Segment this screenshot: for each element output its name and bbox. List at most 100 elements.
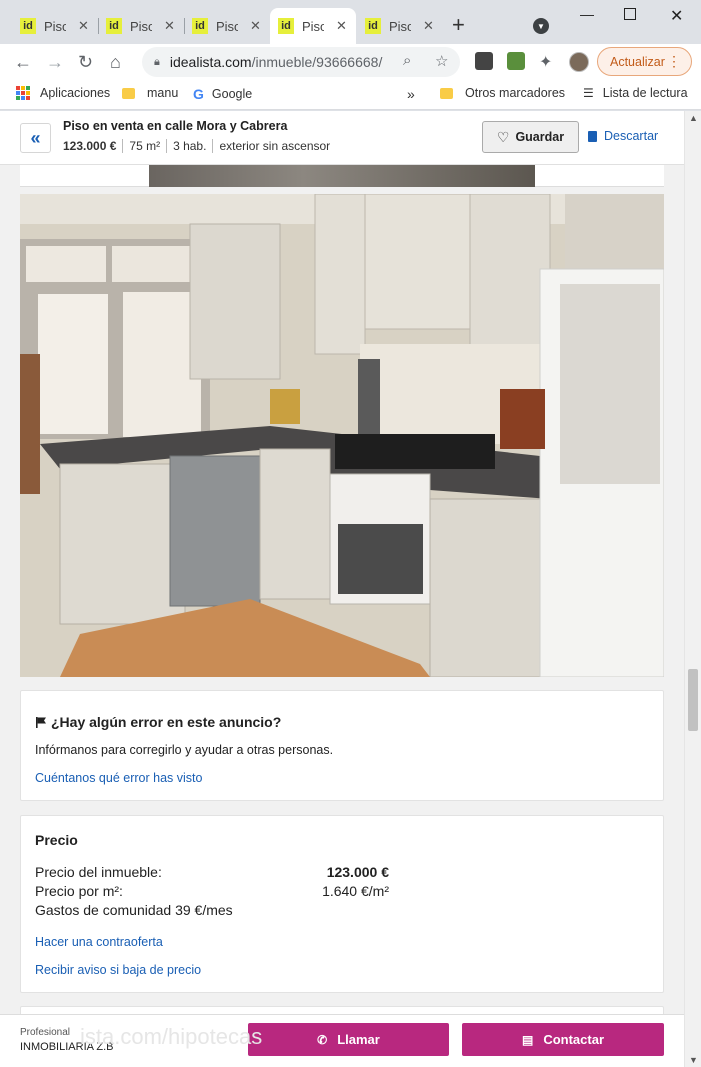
bookmark-manu[interactable]: manu — [122, 86, 178, 100]
idealista-favicon-icon: id — [106, 18, 122, 34]
lock-icon: 🔒︎ — [154, 55, 160, 68]
price-per-m2-label: Precio por m²: — [35, 882, 123, 899]
bookmark-google[interactable]: G Google — [193, 86, 252, 102]
update-button[interactable]: Actualizar ⋮ — [597, 47, 692, 76]
reading-list[interactable]: ☰ Lista de lectura — [583, 86, 688, 100]
browser-tab[interactable]: id Piso ✕ — [357, 8, 443, 44]
listing-photo-kitchen[interactable] — [20, 194, 664, 677]
discard-button[interactable]: Descartar — [588, 129, 658, 143]
scroll-down-icon[interactable]: ▼ — [689, 1055, 698, 1065]
tab-search-icon[interactable]: ▼ — [533, 18, 549, 34]
tab-strip: id Piso ✕ id Piso ✕ id Piso ✕ id Piso ✕ … — [0, 0, 701, 44]
puzzle-icon[interactable]: ✦ — [539, 52, 552, 72]
bookmark-apps[interactable]: Aplicaciones — [16, 86, 110, 100]
close-tab-icon[interactable]: ✕ — [336, 18, 347, 34]
price-row: Gastos de comunidad 39 €/mes — [35, 900, 395, 919]
forward-arrow-icon[interactable]: → — [46, 52, 64, 72]
browser-tab-active[interactable]: id Piso ✕ — [270, 8, 356, 44]
idealista-favicon-icon: id — [20, 18, 36, 34]
tab-title: Piso — [130, 18, 152, 34]
bookmark-star-icon[interactable]: ☆ — [435, 52, 448, 70]
reload-icon[interactable]: ↻ — [78, 52, 93, 72]
browser-toolbar: ← → ↻ ⌂ 🔒︎ idealista.com /inmueble/93666… — [0, 44, 701, 80]
extension-icon[interactable] — [507, 52, 525, 70]
bookmark-label: Otros marcadores — [465, 86, 566, 100]
price-table: Precio del inmueble: 123.000 € Precio po… — [35, 862, 395, 919]
back-double-chevron-icon[interactable]: « — [20, 123, 51, 153]
more-bookmarks-button[interactable]: » — [407, 86, 415, 102]
bookmark-label: Aplicaciones — [40, 86, 111, 100]
contact-label: Contactar — [543, 1032, 605, 1047]
close-tab-icon[interactable]: ✕ — [78, 18, 89, 34]
page-scrollbar[interactable]: ▲ ▼ — [684, 111, 701, 1067]
search-icon[interactable]: ⌕ — [403, 52, 411, 69]
menu-dots-icon[interactable]: ⋮ — [667, 53, 681, 70]
listing-price: 123.000 € — [63, 139, 117, 153]
apps-grid-icon — [16, 86, 30, 100]
folder-icon — [122, 87, 135, 99]
save-label: Guardar — [515, 130, 565, 144]
maximize-icon[interactable] — [624, 8, 636, 20]
report-error-text: Infórmanos para corregirlo y ayudar a ot… — [35, 743, 334, 757]
discard-label: Descartar — [604, 129, 659, 143]
idealista-favicon-icon: id — [192, 18, 208, 34]
price-row: Precio por m²: 1.640 €/m² — [35, 881, 395, 900]
minimize-icon[interactable]: — — [580, 6, 594, 22]
trash-icon — [588, 130, 597, 142]
contact-button[interactable]: ▤ Contactar — [462, 1023, 664, 1056]
home-icon[interactable]: ⌂ — [110, 52, 121, 72]
report-error-title: ¿Hay algún error en este anuncio? — [51, 714, 282, 730]
tab-title: Piso — [216, 18, 238, 34]
new-tab-icon[interactable]: + — [452, 14, 465, 36]
listing-title: Piso en venta en calle Mora y Cabrera — [63, 119, 288, 133]
address-bar[interactable]: 🔒︎ idealista.com /inmueble/93666668/ — [142, 47, 460, 77]
previous-photo[interactable] — [149, 165, 535, 187]
back-arrow-icon[interactable]: ← — [14, 52, 32, 72]
call-button[interactable]: ✆ Llamar — [248, 1023, 449, 1056]
folder-icon — [440, 87, 453, 99]
flag-icon — [36, 717, 46, 728]
save-button[interactable]: ♡ Guardar — [482, 121, 579, 153]
price-label: Precio del inmueble: — [35, 863, 162, 880]
close-tab-icon[interactable]: ✕ — [164, 18, 175, 34]
price-card-title: Precio — [35, 832, 78, 848]
extension-icon[interactable] — [475, 52, 493, 70]
avatar[interactable] — [569, 52, 589, 72]
idealista-favicon-icon: id — [365, 18, 381, 34]
report-error-card: ¿Hay algún error en este anuncio? Infórm… — [20, 690, 664, 801]
url-host: idealista.com — [169, 54, 252, 70]
listing-rooms: 3 hab. — [166, 139, 212, 153]
advertiser-type: Profesional — [20, 1027, 71, 1038]
idealista-favicon-icon: id — [278, 18, 294, 34]
bookmark-others[interactable]: Otros marcadores — [440, 86, 565, 100]
counteroffer-link[interactable]: Hacer una contraoferta — [35, 935, 163, 949]
community-fees-label: Gastos de comunidad 39 €/mes — [35, 901, 233, 918]
browser-tab[interactable]: id Piso ✕ — [12, 8, 99, 44]
bookmarks-bar: Aplicaciones manu G Google » Otros marca… — [0, 80, 701, 110]
close-window-icon[interactable]: ✕ — [670, 6, 683, 26]
tab-title: Piso — [389, 18, 411, 34]
bookmark-label: manu — [147, 86, 179, 100]
phone-icon: ✆ — [317, 1032, 328, 1047]
browser-tab[interactable]: id Piso ✕ — [98, 8, 185, 44]
listing-features: exterior sin ascensor — [212, 139, 336, 153]
tab-title: Piso — [302, 18, 324, 34]
chat-icon: ▤ — [521, 1032, 534, 1047]
reading-list-icon: ☰ — [583, 86, 594, 100]
close-tab-icon[interactable]: ✕ — [423, 18, 434, 34]
report-error-link[interactable]: Cuéntanos qué error has visto — [35, 771, 202, 785]
price-per-m2-value: 1.640 €/m² — [322, 882, 389, 899]
tab-title: Piso — [44, 18, 66, 34]
report-error-heading: ¿Hay algún error en este anuncio? — [35, 714, 281, 730]
price-row: Precio del inmueble: 123.000 € — [35, 862, 395, 881]
google-icon: G — [193, 86, 204, 102]
close-tab-icon[interactable]: ✕ — [250, 18, 261, 34]
scrollbar-thumb[interactable] — [688, 669, 698, 731]
price-alert-link[interactable]: Recibir aviso si baja de precio — [35, 963, 201, 977]
scroll-up-icon[interactable]: ▲ — [689, 113, 698, 123]
browser-tab[interactable]: id Piso ✕ — [184, 8, 270, 44]
bookmark-label: Google — [211, 87, 253, 101]
price-card: Precio Precio del inmueble: 123.000 € Pr… — [20, 815, 664, 993]
call-label: Llamar — [337, 1032, 380, 1047]
faded-link-text: ista.com/hipotecas — [80, 1024, 263, 1049]
